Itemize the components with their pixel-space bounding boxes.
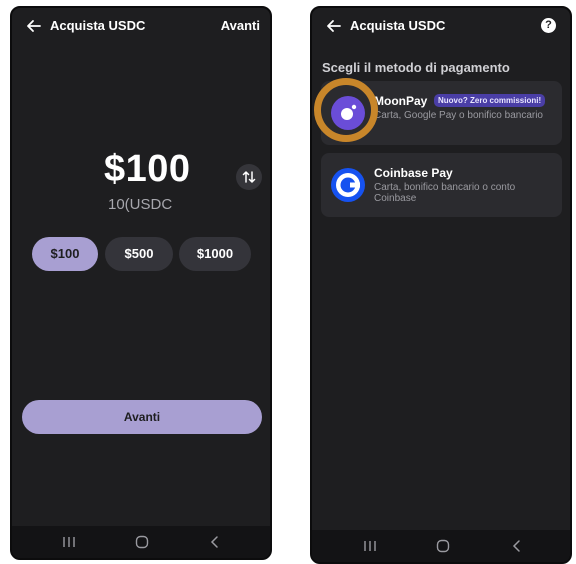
page-title: Acquista USDC	[350, 18, 446, 33]
section-title: Scegli il metodo di pagamento	[322, 60, 510, 75]
provider-name: Coinbase Pay	[374, 166, 453, 180]
amount-display: $100	[104, 148, 191, 190]
coinbase-logo	[331, 168, 365, 202]
back-arrow-icon[interactable]	[323, 15, 345, 37]
coinbase-mark	[336, 173, 360, 197]
preset-1000-button[interactable]: $1000	[179, 237, 251, 271]
coinbase-pay-option[interactable]: Coinbase Pay Carta, bonifico bancario o …	[321, 153, 562, 217]
recents-button[interactable]	[355, 530, 385, 562]
recents-icon	[364, 541, 376, 551]
home-button[interactable]	[127, 526, 157, 558]
amount-converted: 10(USDC	[108, 196, 173, 213]
provider-name: MoonPay	[374, 94, 428, 108]
top-bar: Acquista USDC Avanti	[12, 8, 270, 44]
preset-100-button[interactable]: $100	[32, 237, 98, 271]
recents-button[interactable]	[54, 526, 84, 558]
system-nav-bar	[12, 526, 270, 558]
provider-description: Carta, bonifico bancario o conto Coinbas…	[374, 182, 516, 204]
back-icon	[210, 536, 218, 548]
provider-description: Carta, Google Pay o bonifico bancario	[374, 110, 543, 121]
preset-500-button[interactable]: $500	[105, 237, 173, 271]
back-button[interactable]	[200, 526, 230, 558]
help-icon[interactable]: ?	[541, 18, 556, 33]
swap-currency-button[interactable]	[236, 164, 262, 190]
back-arrow-icon[interactable]	[23, 15, 45, 37]
promo-badge: Nuovo? Zero commissioni!	[434, 94, 546, 107]
page-title: Acquista USDC	[50, 18, 146, 33]
back-icon	[512, 540, 520, 552]
swap-icon	[242, 171, 256, 183]
home-icon	[436, 539, 450, 553]
highlight-circle	[314, 78, 378, 142]
home-icon	[135, 535, 149, 549]
continue-button[interactable]: Avanti	[22, 400, 262, 434]
payment-method-screen: Acquista USDC ? Scegli il metodo di paga…	[310, 6, 572, 564]
system-nav-bar	[312, 530, 570, 562]
back-button[interactable]	[502, 530, 532, 562]
recents-icon	[63, 537, 75, 547]
buy-amount-screen: Acquista USDC Avanti $100 10(USDC $100 $…	[10, 6, 272, 560]
next-button[interactable]: Avanti	[221, 18, 260, 33]
home-button[interactable]	[428, 530, 458, 562]
top-bar: Acquista USDC ?	[312, 8, 570, 44]
